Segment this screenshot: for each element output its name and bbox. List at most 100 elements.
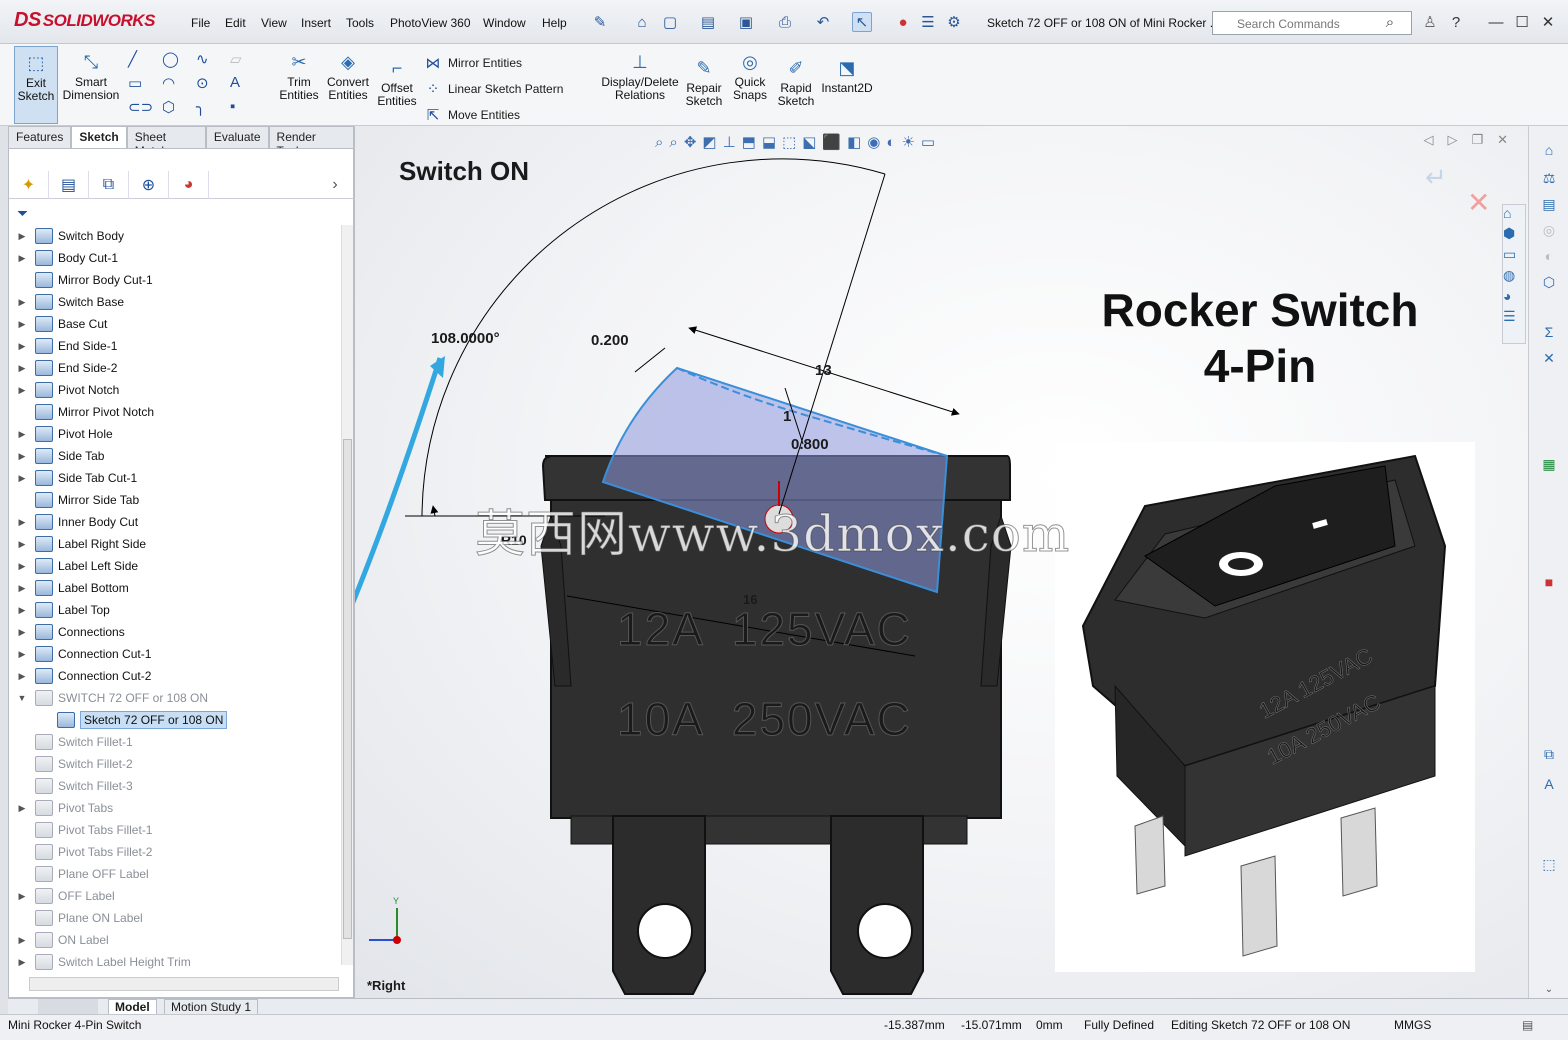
tree-item[interactable]: ▶ Body Cut-1 — [9, 247, 341, 269]
design-library-icon[interactable]: ⚖ — [1539, 170, 1559, 190]
tree-item[interactable]: ▶ Side Tab — [9, 445, 341, 467]
tree-item[interactable]: Plane OFF Label — [9, 863, 341, 885]
menu-edit[interactable]: Edit — [225, 16, 246, 30]
expand-arrow-icon[interactable]: ▶ — [15, 539, 29, 550]
file-properties-icon[interactable]: ☰ — [918, 12, 938, 32]
tree-item[interactable]: ▶ Connections — [9, 621, 341, 643]
undo-icon[interactable]: ↶ — [813, 12, 833, 32]
tree-item[interactable]: Pivot Tabs Fillet-2 — [9, 841, 341, 863]
menu-photoview[interactable]: PhotoView 360 — [390, 16, 471, 30]
options-gear-icon[interactable]: ⚙ — [944, 12, 964, 32]
expand-arrow-icon[interactable]: ▶ — [15, 957, 29, 968]
3d-view-icon[interactable]: ⬢ — [1503, 225, 1525, 242]
tree-item[interactable]: ▶ End Side-2 — [9, 357, 341, 379]
expand-arrow-icon[interactable]: ▶ — [15, 935, 29, 946]
property-manager-tab-icon[interactable]: ▤ — [49, 171, 89, 199]
excel-icon[interactable]: ▦ — [1539, 456, 1559, 476]
slot-icon[interactable]: ⊂⊃ — [128, 98, 162, 122]
file-explorer-icon[interactable]: ▤ — [1539, 196, 1559, 216]
pin-icon[interactable]: ✎ — [590, 12, 610, 32]
trim-entities-button[interactable]: ✂ Trim Entities — [279, 50, 318, 102]
tab-render-tools[interactable]: Render Tools — [268, 126, 354, 158]
expand-arrow-icon[interactable]: ▶ — [15, 341, 29, 352]
appearances-icon[interactable]: ◐ — [1539, 248, 1559, 268]
circle-icon[interactable]: ◯ — [162, 50, 196, 74]
comments-icon[interactable]: ▤ — [1522, 1018, 1533, 1032]
tree-item[interactable]: Switch Fillet-2 — [9, 753, 341, 775]
select-icon[interactable]: ↖ — [852, 12, 872, 32]
save-icon[interactable]: ▣ — [736, 12, 756, 32]
chevron-right-icon[interactable]: › — [315, 171, 355, 199]
annotation-icon[interactable]: A — [1539, 776, 1559, 796]
arc-icon[interactable]: ◠ — [162, 74, 196, 98]
fillet-icon[interactable]: ╮ — [196, 98, 230, 122]
feature-manager-tab-icon[interactable]: ✦ — [9, 171, 49, 199]
tree-item[interactable]: ▶ Label Top — [9, 599, 341, 621]
expand-arrow-icon[interactable]: ▶ — [15, 803, 29, 814]
folder-icon[interactable]: ▭ — [1503, 246, 1525, 263]
tools-icon[interactable]: ✕ — [1539, 350, 1559, 370]
tree-item[interactable]: ▶ Pivot Tabs — [9, 797, 341, 819]
tree-item[interactable]: ▶ Side Tab Cut-1 — [9, 467, 341, 489]
tree-item[interactable]: ▶ Switch Body — [9, 225, 341, 247]
instant2d-button[interactable]: ⬔ Instant2D — [820, 56, 874, 95]
expand-arrow-icon[interactable]: ▶ — [15, 561, 29, 572]
view-palette-icon[interactable]: ◎ — [1539, 222, 1559, 242]
dimension-13[interactable]: 13 — [815, 362, 832, 379]
tree-item[interactable]: ▶ Connection Cut-2 — [9, 665, 341, 687]
expand-arrow-icon[interactable]: ▶ — [15, 517, 29, 528]
point-icon[interactable]: ▪ — [230, 98, 264, 122]
tree-item[interactable]: ▶ Base Cut — [9, 313, 341, 335]
tab-motion-study-1[interactable]: Motion Study 1 — [164, 999, 259, 1015]
line-icon[interactable]: ╱ — [128, 50, 162, 74]
tree-item[interactable]: Switch Fillet-3 — [9, 775, 341, 797]
ellipse-icon[interactable]: ⊙ — [196, 74, 230, 98]
tree-item[interactable]: ▼ SWITCH 72 OFF or 108 ON — [9, 687, 341, 709]
tree-horizontal-scrollbar[interactable] — [29, 977, 339, 991]
dimension-1[interactable]: 1 — [783, 408, 791, 425]
tree-item[interactable]: ▶ Connection Cut-1 — [9, 643, 341, 665]
menu-file[interactable]: File — [191, 16, 210, 30]
tree-item[interactable]: Sketch 72 OFF or 108 ON — [9, 709, 341, 731]
close-icon[interactable]: ✕ — [1538, 12, 1558, 32]
graphics-area[interactable]: ⌕ ⌕ ✥ ◩ ⊥ ⬒ ⬓ ⬚ ⬕ ⬛ ◧ ◉ ◐ ☀ ▭ ◁ ▷ ❐ ✕ ↵ … — [354, 126, 1528, 998]
tree-item[interactable]: ▶ Switch Base — [9, 291, 341, 313]
palette-icon[interactable]: ◍ — [1503, 267, 1525, 284]
mirror-entities-button[interactable]: ⋈ Mirror Entities — [424, 50, 594, 76]
expand-arrow-icon[interactable]: ▶ — [15, 363, 29, 374]
spline-icon[interactable]: ∿ — [196, 50, 230, 74]
home-icon[interactable]: ⌂ — [632, 12, 652, 32]
menu-help[interactable]: Help — [542, 16, 567, 30]
collapse-arrow-icon[interactable]: ▼ — [15, 693, 29, 703]
quick-snaps-button[interactable]: ◎ Quick Snaps — [730, 50, 770, 102]
camera-icon[interactable]: ⬚ — [1539, 856, 1559, 876]
tree-item[interactable]: ▶ OFF Label — [9, 885, 341, 907]
tree-item[interactable]: Mirror Body Cut-1 — [9, 269, 341, 291]
configuration-manager-tab-icon[interactable]: ⧉ — [89, 171, 129, 199]
tree-item[interactable]: ▶ Inner Body Cut — [9, 511, 341, 533]
repair-sketch-button[interactable]: ✎ Repair Sketch — [684, 56, 724, 108]
maximize-icon[interactable]: ☐ — [1512, 12, 1532, 32]
menu-tools[interactable]: Tools — [346, 16, 374, 30]
tree-item[interactable]: ▶ Label Right Side — [9, 533, 341, 555]
help-icon[interactable]: ? — [1446, 12, 1466, 32]
expand-arrow-icon[interactable]: ▶ — [15, 319, 29, 330]
user-icon[interactable]: ♙ — [1420, 12, 1440, 32]
expand-arrow-icon[interactable]: ▶ — [15, 627, 29, 638]
exit-sketch-button[interactable]: ⬚ Exit Sketch — [14, 46, 58, 124]
expand-arrow-icon[interactable]: ▶ — [15, 297, 29, 308]
offset-entities-button[interactable]: ⌐ Offset Entities — [376, 56, 418, 108]
expand-arrow-icon[interactable]: ▶ — [15, 891, 29, 902]
expand-arrow-icon[interactable]: ▶ — [15, 671, 29, 682]
custom-properties-icon[interactable]: ⬡ — [1539, 274, 1559, 294]
menu-view[interactable]: View — [261, 16, 287, 30]
expand-arrow-icon[interactable]: ▶ — [15, 429, 29, 440]
tree-item[interactable]: Pivot Tabs Fillet-1 — [9, 819, 341, 841]
expand-arrow-icon[interactable]: ▶ — [15, 253, 29, 264]
dimension-0200[interactable]: 0.200 — [591, 332, 629, 349]
dimension-angle[interactable]: 108.0000° — [431, 330, 500, 347]
minimize-icon[interactable]: — — [1486, 12, 1506, 32]
tab-sketch[interactable]: Sketch — [71, 126, 127, 148]
tree-item[interactable]: ▶ Label Left Side — [9, 555, 341, 577]
tree-item[interactable]: ▶ Switch Label Height Trim — [9, 951, 341, 973]
